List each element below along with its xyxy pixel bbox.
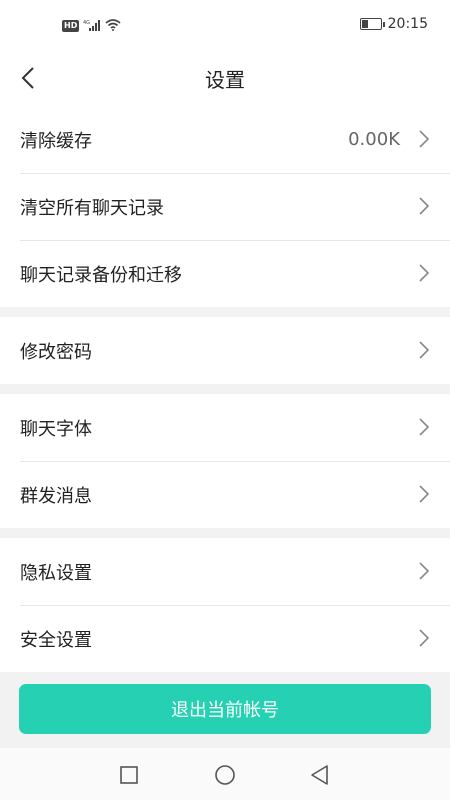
clock: 20:15 [387,16,428,32]
chevron-right-icon [419,562,430,580]
item-label: 聊天字体 [20,418,92,440]
status-bar: HD 4G 20:15 [0,0,450,50]
chevron-right-icon [419,130,430,148]
hd-indicator: HD [62,19,80,32]
item-label: 修改密码 [20,341,92,363]
home-icon[interactable] [214,764,236,786]
chevron-right-icon [419,197,430,215]
item-label: 清空所有聊天记录 [20,197,164,219]
item-label: 安全设置 [20,629,92,651]
back-nav-icon[interactable] [309,764,331,786]
battery-fill [361,20,368,28]
clear-all-chats-item[interactable]: 清空所有聊天记录 [0,173,450,240]
cache-size-value: 0.00K [348,129,400,150]
page-title: 设置 [205,68,245,92]
settings-group-storage: 清除缓存 0.00K 清空所有聊天记录 聊天记录备份和迁移 [0,106,450,307]
chat-backup-migration-item[interactable]: 聊天记录备份和迁移 [0,240,450,307]
nav-bar: 设置 [0,50,450,106]
chevron-right-icon [419,264,430,282]
change-password-item[interactable]: 修改密码 [0,317,450,384]
broadcast-message-item[interactable]: 群发消息 [0,461,450,528]
recent-apps-icon[interactable] [118,764,140,786]
chevron-right-icon [419,629,430,647]
item-label: 群发消息 [20,485,92,507]
signal-icon: 4G [83,16,101,35]
system-nav-bar [0,748,450,800]
item-label: 聊天记录备份和迁移 [20,264,182,286]
status-right: 20:15 [359,16,428,32]
chevron-right-icon [419,485,430,503]
settings-group-privacy: 隐私设置 安全设置 [0,538,450,672]
status-left: HD 4G [62,16,121,35]
clear-cache-item[interactable]: 清除缓存 0.00K [0,106,450,173]
chat-font-item[interactable]: 聊天字体 [0,394,450,461]
logout-button[interactable]: 退出当前帐号 [19,684,431,734]
wifi-icon [105,16,121,35]
security-settings-item[interactable]: 安全设置 [0,605,450,672]
chevron-right-icon [419,341,430,359]
chevron-right-icon [419,418,430,436]
settings-group-chat: 聊天字体 群发消息 [0,394,450,528]
privacy-settings-item[interactable]: 隐私设置 [0,538,450,605]
item-label: 隐私设置 [20,562,92,584]
network-type: 4G [83,20,90,26]
settings-group-password: 修改密码 [0,317,450,384]
logout-area: 退出当前帐号 [0,676,450,748]
item-label: 清除缓存 [20,130,92,152]
battery-icon [359,18,385,30]
